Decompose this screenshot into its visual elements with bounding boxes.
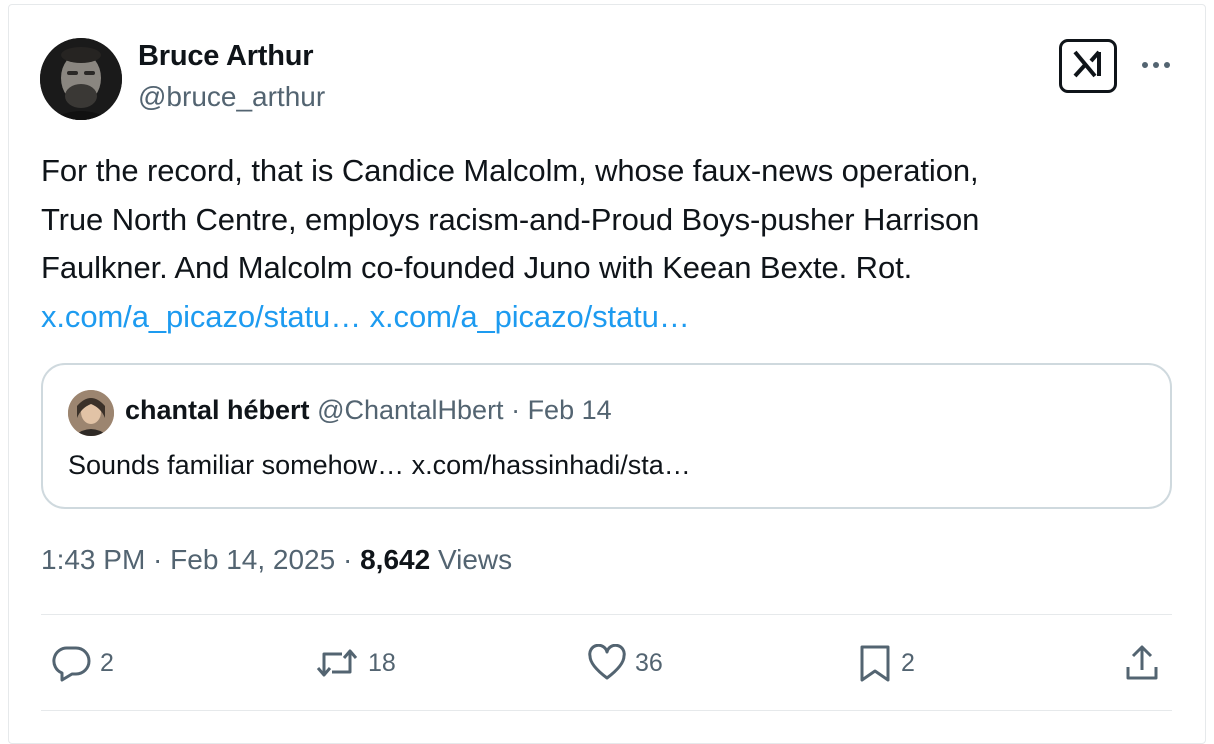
meta-separator: · [145,544,171,575]
tweet-link-1[interactable]: x.com/a_picazo/statu… [41,299,361,334]
share-button[interactable] [1124,640,1160,686]
meta-separator: · [335,544,361,575]
grok-icon [1071,49,1105,84]
tweet-date[interactable]: Feb 14, 2025 [170,544,335,575]
tweet-links: x.com/a_picazo/statu… x.com/a_picazo/sta… [41,293,1171,342]
tweet-line: True North Centre, employs racism-and-Pr… [41,201,980,237]
reply-count: 2 [100,648,114,677]
reply-button[interactable]: 2 [52,640,114,686]
share-icon [1124,643,1160,683]
divider-top [41,614,1172,615]
author-handle[interactable]: @bruce_arthur [138,81,325,113]
tweet-text: For the record, that is Candice Malcolm,… [41,147,1171,341]
views-label: Views [430,544,513,575]
like-count: 36 [635,648,663,677]
bookmark-icon [857,643,893,683]
quoted-tweet[interactable]: chantal hébert @ChantalHbert · Feb 14 So… [41,363,1172,509]
tweet-line: For the record, that is Candice Malcolm,… [41,153,979,188]
more-button[interactable] [1136,50,1176,80]
quoted-text: Sounds familiar somehow… x.com/hassinhad… [68,450,691,480]
quoted-header: chantal hébert @ChantalHbert · Feb 14 [125,395,612,426]
tweet-link-2[interactable]: x.com/a_picazo/statu… [370,299,690,334]
views-count: 8,642 [360,544,431,575]
quoted-separator: · [503,395,528,425]
tweet-line: Faulkner. And Malcolm co-founded Juno wi… [41,250,913,285]
quoted-author-name[interactable]: chantal hébert [125,395,310,425]
author-name[interactable]: Bruce Arthur [138,40,314,73]
quoted-date[interactable]: Feb 14 [528,395,612,425]
quoted-author-handle[interactable]: @ChantalHbert [317,395,504,425]
divider-bottom [41,710,1172,711]
author-avatar[interactable] [40,38,122,120]
bookmark-count: 2 [901,648,915,677]
bookmark-button[interactable]: 2 [857,640,915,686]
more-icon [1141,56,1171,74]
grok-button[interactable] [1059,39,1117,93]
repost-icon [314,644,360,682]
repost-count: 18 [368,648,396,677]
tweet-meta: 1:43 PM · Feb 14, 2025 · 8,642 Views [41,544,512,576]
quoted-author-avatar[interactable] [68,390,114,436]
like-button[interactable]: 36 [587,640,663,686]
repost-button[interactable]: 18 [314,640,396,686]
heart-icon [587,644,627,682]
tweet-time[interactable]: 1:43 PM [41,544,145,575]
reply-icon [52,644,92,682]
